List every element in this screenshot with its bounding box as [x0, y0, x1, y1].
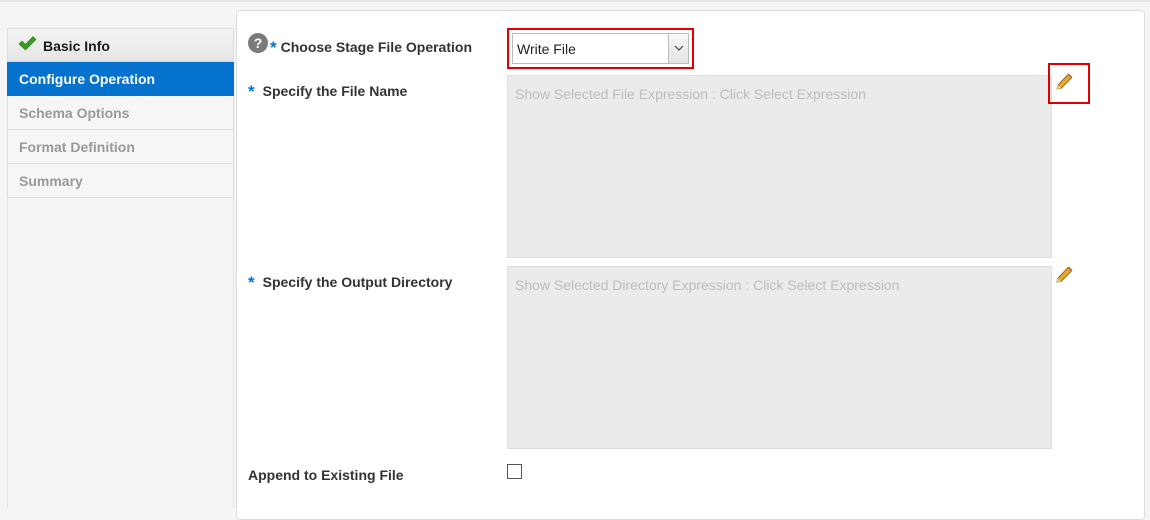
file-name-label-text: Specify the File Name: [262, 83, 408, 99]
required-mark: *: [270, 38, 277, 57]
step-label: Summary: [19, 173, 83, 189]
step-summary[interactable]: Summary: [7, 164, 234, 198]
help-icon[interactable]: ?: [248, 33, 268, 58]
step-label: Format Definition: [19, 139, 135, 155]
chevron-down-icon: [674, 45, 684, 51]
step-configure-operation[interactable]: Configure Operation: [7, 62, 234, 96]
operation-select-highlight: Write File: [507, 28, 694, 69]
pencil-icon[interactable]: [1054, 72, 1074, 97]
operation-label: * Choose Stage File Operation: [270, 37, 472, 57]
required-mark: *: [248, 82, 255, 101]
required-mark: *: [248, 273, 255, 292]
append-label: Append to Existing File: [248, 467, 404, 483]
output-directory-expression-field[interactable]: Show Selected Directory Expression : Cli…: [507, 266, 1052, 449]
output-directory-placeholder: Show Selected Directory Expression : Cli…: [515, 277, 900, 293]
append-checkbox[interactable]: [507, 464, 522, 479]
svg-text:?: ?: [254, 35, 263, 51]
step-basic-info[interactable]: Basic Info: [7, 28, 234, 62]
step-schema-options[interactable]: Schema Options: [7, 96, 234, 130]
configure-operation-panel: ? * Choose Stage File Operation Write Fil…: [236, 10, 1145, 520]
operation-select[interactable]: Write File: [512, 33, 689, 64]
output-directory-label: * Specify the Output Directory: [248, 272, 452, 292]
dropdown-button[interactable]: [668, 34, 688, 63]
top-divider: [0, 0, 1150, 2]
file-name-label: * Specify the File Name: [248, 81, 407, 101]
file-name-expression-field[interactable]: Show Selected File Expression : Click Se…: [507, 75, 1052, 258]
wizard-steps: Basic Info Configure Operation Schema Op…: [7, 28, 234, 198]
output-directory-label-text: Specify the Output Directory: [262, 274, 453, 290]
sidebar-background: [7, 198, 234, 508]
step-format-definition[interactable]: Format Definition: [7, 130, 234, 164]
check-icon: [18, 29, 37, 63]
step-label: Basic Info: [43, 38, 110, 54]
pencil-icon[interactable]: [1054, 265, 1074, 290]
step-label: Schema Options: [19, 105, 130, 121]
operation-select-value: Write File: [517, 41, 576, 57]
operation-label-text: Choose Stage File Operation: [280, 39, 472, 55]
step-label: Configure Operation: [19, 71, 156, 87]
file-name-placeholder: Show Selected File Expression : Click Se…: [515, 86, 866, 102]
